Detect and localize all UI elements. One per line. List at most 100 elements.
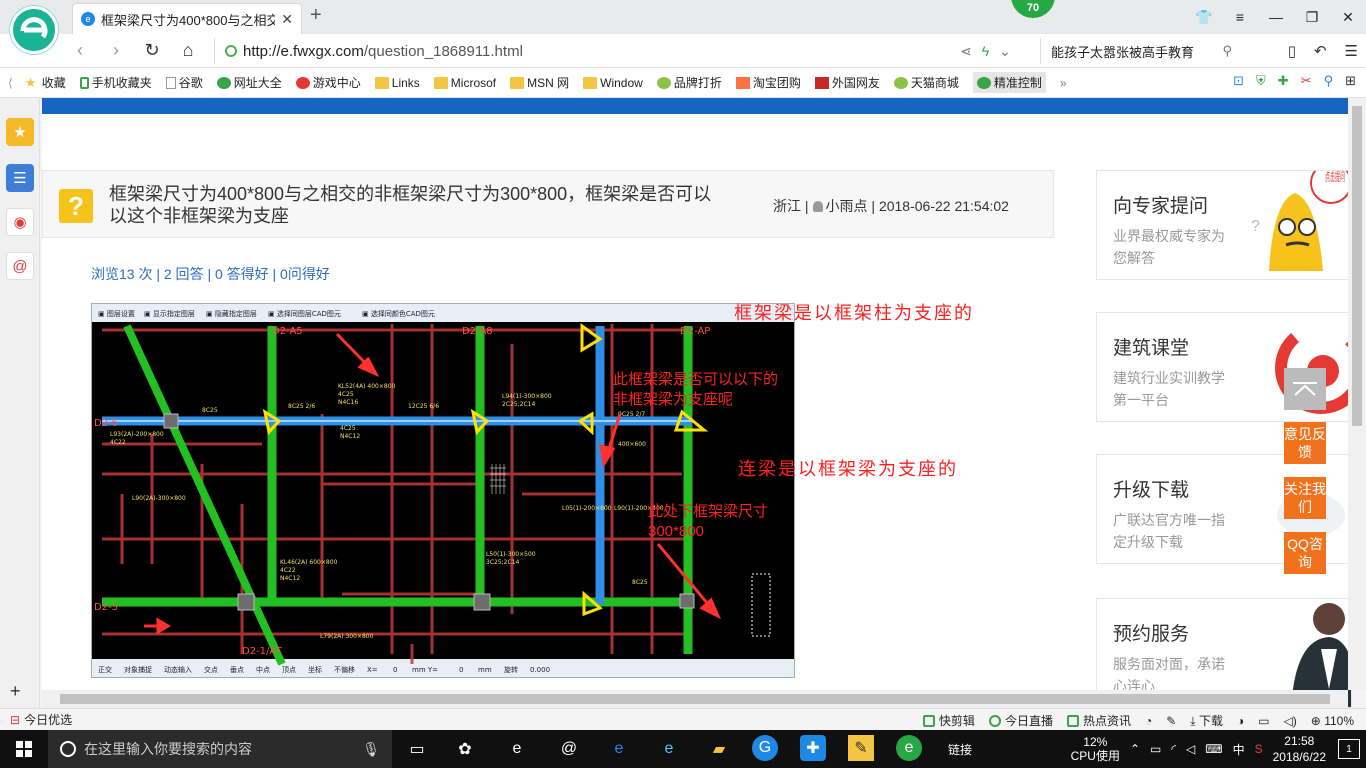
star-icon: ★ xyxy=(24,74,37,90)
phone-icon[interactable]: ▯ xyxy=(1288,42,1296,60)
url-field[interactable]: http://e.fwxgx.com/question_1868911.html xyxy=(214,38,1034,64)
notification-center-icon[interactable]: 1 xyxy=(1338,739,1360,759)
plus-app-icon[interactable]: ✚ xyxy=(800,735,826,761)
scissors-icon[interactable]: ✂ xyxy=(1301,73,1312,89)
battery-icon[interactable]: ▭ xyxy=(1150,742,1161,756)
shield-icon[interactable]: ⛨ xyxy=(1256,73,1266,89)
follow-us-button[interactable]: 关注我们 xyxy=(1284,477,1326,519)
bookmark-item[interactable]: 淘宝团购 xyxy=(735,74,801,91)
speed-icon[interactable]: ◔ xyxy=(1145,714,1152,728)
zoom-level[interactable]: ⊕ 110% xyxy=(1311,714,1354,728)
browser-e-icon[interactable]: e xyxy=(502,735,532,763)
sidebar-toggle-icon[interactable]: ⟨ xyxy=(8,76,13,90)
new-tab-button[interactable]: + xyxy=(310,4,322,27)
sogou-icon[interactable]: S xyxy=(1255,742,1263,756)
daily-pick[interactable]: ⊟ 今日优选 xyxy=(10,711,72,728)
notes-app-icon[interactable]: ✎ xyxy=(848,735,874,761)
search-icon[interactable]: ⚲ xyxy=(1324,73,1334,89)
vertical-scrollbar[interactable] xyxy=(1348,98,1366,690)
scroll-thumb[interactable] xyxy=(60,694,1330,704)
favorites-icon[interactable]: ★ xyxy=(6,118,34,146)
bookmark-item[interactable]: Microsof xyxy=(433,76,496,90)
browser-logo-icon[interactable] xyxy=(10,6,58,54)
clock[interactable]: 21:58 2018/6/22 xyxy=(1273,733,1326,765)
share-icon[interactable]: ⋖ xyxy=(960,43,972,60)
more-bookmarks-icon[interactable]: » xyxy=(1060,76,1067,90)
ask-expert-card[interactable]: 向专家提问 业界最权威专家为您解答 点击提问 ? xyxy=(1096,170,1352,280)
reload-icon[interactable]: ↻ xyxy=(134,40,170,61)
start-button[interactable] xyxy=(0,730,48,768)
weibo-icon[interactable]: ◉ xyxy=(6,208,34,236)
search-input[interactable]: 能孩子太嚣张被高手教育 ⚲ xyxy=(1040,38,1240,64)
cpu-meter[interactable]: 12% CPU使用 xyxy=(1071,735,1120,763)
menu-icon[interactable]: ≡ xyxy=(1222,0,1258,34)
task-view-icon[interactable]: ▭ xyxy=(402,735,432,763)
status-item[interactable]: 热点资讯 xyxy=(1066,712,1131,729)
undo-icon[interactable]: ↶ xyxy=(1314,42,1327,60)
back-to-top-button[interactable] xyxy=(1284,368,1326,410)
taskbar-search-input[interactable]: 在这里输入你要搜索的内容 🎙 xyxy=(48,730,392,768)
bookmark-item[interactable]: 游戏中心 xyxy=(295,74,361,91)
tab-active[interactable]: e 框架梁尺寸为400*800与之相交的 ✕ xyxy=(72,3,302,34)
tray-expand-icon[interactable]: ⌃ xyxy=(1130,742,1140,756)
bookmark-item[interactable]: 网址大全 xyxy=(216,74,282,91)
status-item[interactable]: 快剪辑 xyxy=(922,712,975,729)
link-label[interactable]: 链接 xyxy=(942,735,978,763)
forward-icon[interactable]: › xyxy=(98,40,134,61)
glodon-app-icon[interactable]: G xyxy=(752,735,778,761)
horizontal-scrollbar[interactable] xyxy=(42,690,1348,708)
bookmark-item[interactable]: 外国网友 xyxy=(814,74,880,91)
skin-icon[interactable]: 👕 xyxy=(1186,0,1222,34)
chevron-down-icon[interactable]: ⌄ xyxy=(999,43,1011,60)
question-time: 2018-06-22 21:54:02 xyxy=(878,198,1009,214)
home-icon[interactable]: ⌂ xyxy=(170,40,206,61)
edge-icon[interactable]: e xyxy=(604,735,634,763)
clean-icon[interactable]: ◑ xyxy=(1237,714,1244,728)
status-item[interactable]: ⤓ 下载 xyxy=(1190,712,1223,729)
bookmark-item[interactable]: Window xyxy=(583,76,643,90)
search-icon[interactable]: ⚲ xyxy=(1222,43,1232,59)
microphone-icon[interactable]: 🎙 xyxy=(362,741,380,758)
fan-app-icon[interactable]: ✿ xyxy=(450,735,480,763)
lightning-icon[interactable]: ϟ xyxy=(982,43,989,60)
close-window-icon[interactable]: ✕ xyxy=(1330,0,1366,34)
translate-icon[interactable]: ✚ xyxy=(1278,73,1289,89)
extension-icon[interactable]: ⊡ xyxy=(1233,73,1244,89)
back-icon[interactable]: ‹ xyxy=(62,40,98,61)
bookmark-item[interactable]: Links xyxy=(374,76,420,90)
bookmark-item[interactable]: 谷歌 xyxy=(165,74,203,91)
green-browser-icon[interactable]: e xyxy=(896,735,922,761)
cad-beam-label: 4C22 xyxy=(280,567,296,574)
volume-icon[interactable]: ◁ xyxy=(1186,742,1195,756)
cad-screenshot[interactable]: ▣ 图层设置 ▣ 显示指定图层 ▣ 隐藏指定图层 ▣ 选择同图层CAD图元 ▣ 选择同颜… xyxy=(91,303,795,678)
bookmark-item[interactable]: 精准控制 xyxy=(972,72,1046,93)
ie-icon[interactable]: e xyxy=(654,735,684,763)
restore-icon[interactable]: ❐ xyxy=(1294,0,1330,34)
bookmark-item[interactable]: MSN 网 xyxy=(510,74,569,91)
sound-icon[interactable]: ◁) xyxy=(1284,714,1297,728)
bookmark-item[interactable]: 品牌打折 xyxy=(656,74,722,91)
more-icon[interactable]: ☰ xyxy=(1345,42,1358,60)
wifi-icon[interactable]: ◜ xyxy=(1171,742,1176,756)
bookmark-item[interactable]: ★ 收藏 xyxy=(25,74,66,91)
tools-icon[interactable]: ✎ xyxy=(1166,714,1176,728)
bookmark-item[interactable]: 手机收藏夹 xyxy=(79,74,152,91)
swirl-app-icon[interactable]: @ xyxy=(554,735,584,763)
notification-badge[interactable]: 70 xyxy=(1011,0,1055,18)
scroll-thumb[interactable] xyxy=(1352,106,1362,426)
add-sidebar-icon[interactable]: + xyxy=(10,681,21,702)
keyboard-icon[interactable]: ⌨ xyxy=(1205,742,1222,756)
bookmark-item[interactable]: 天猫商城 xyxy=(893,74,959,91)
qq-consult-button[interactable]: QQ咨询 xyxy=(1284,532,1326,574)
question-user[interactable]: 小雨点 xyxy=(826,198,868,214)
ime-indicator[interactable]: 中 xyxy=(1233,741,1245,758)
reading-list-icon[interactable]: ☰ xyxy=(6,164,34,192)
window-icon[interactable]: ▭ xyxy=(1258,714,1269,728)
mail-icon[interactable]: @ xyxy=(6,252,34,280)
feedback-button[interactable]: 意见反馈 xyxy=(1284,422,1326,464)
apps-icon[interactable]: ⊞ xyxy=(1345,73,1356,89)
file-explorer-icon[interactable]: ▰ xyxy=(704,735,734,763)
close-tab-icon[interactable]: ✕ xyxy=(281,11,293,28)
status-item[interactable]: 今日直播 xyxy=(988,712,1053,729)
minimize-icon[interactable]: — xyxy=(1258,0,1294,34)
